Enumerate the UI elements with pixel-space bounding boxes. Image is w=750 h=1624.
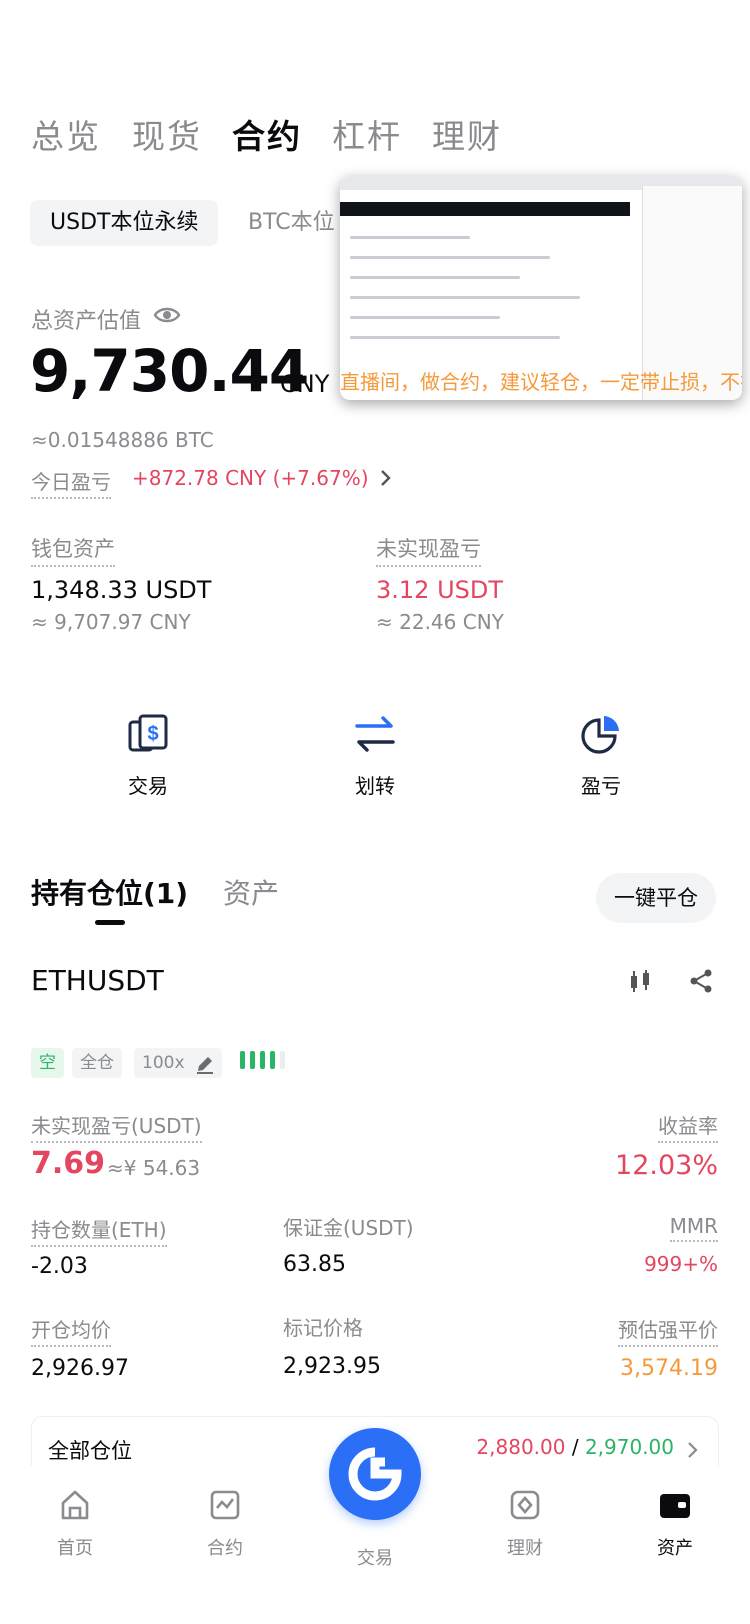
roe-label[interactable]: 收益率 (658, 1110, 718, 1143)
unrealized-pnl-label[interactable]: 未实现盈亏 (376, 533, 481, 567)
nav-home-label: 首页 (57, 1538, 93, 1559)
subtab-btc-margined[interactable]: BTC本位 (228, 200, 355, 246)
risk-level-icon (238, 1049, 290, 1075)
unrealized-pnl-value: 3.12 USDT (376, 576, 504, 604)
pie-chart-icon (579, 712, 623, 756)
trade-fab-button[interactable] (329, 1428, 421, 1520)
nav-futures-label: 合约 (207, 1538, 243, 1559)
entry-price-value: 2,926.97 (31, 1356, 129, 1381)
leverage-value: 100x (142, 1053, 185, 1073)
nav-trade[interactable]: 交易 (325, 1544, 425, 1570)
trade-action-button[interactable]: $ 交易 (88, 712, 208, 799)
liquidation-price-value: 3,574.19 (620, 1356, 718, 1381)
unrealized-pnl-usdt-label[interactable]: 未实现盈亏(USDT) (31, 1110, 202, 1143)
tab-earn[interactable]: 理财 (432, 110, 502, 158)
tab-holdings[interactable]: 持有仓位(1) (31, 872, 188, 912)
tab-futures[interactable]: 合约 (232, 110, 302, 158)
btc-equivalent: ≈0.01548886 BTC (31, 428, 214, 452)
price-range: 2,880.00 / 2,970.00 (476, 1435, 674, 1459)
mmr-label[interactable]: MMR (669, 1214, 718, 1242)
liquidation-price-label[interactable]: 预估强平价 (618, 1314, 718, 1347)
wallet-assets-value: 1,348.33 USDT (31, 576, 212, 604)
live-stream-overlay[interactable]: 直播间，做合约，建议轻仓，一定带止损，不打单 (340, 176, 742, 400)
candlestick-icon[interactable] (627, 968, 653, 998)
tab-margin[interactable]: 杠杆 (332, 110, 402, 158)
total-assets-label: 总资产估值 (31, 309, 142, 334)
total-assets-unit: CNY (280, 370, 330, 398)
tab-overview[interactable]: 总览 (31, 110, 101, 158)
nav-futures[interactable]: 合约 (175, 1488, 275, 1560)
position-unrealized-cny: ≈¥ 54.63 (107, 1156, 201, 1180)
nav-earn[interactable]: 理财 (475, 1488, 575, 1560)
margin-value: 63.85 (283, 1252, 346, 1277)
tab-assets[interactable]: 资产 (223, 872, 279, 912)
margin-label: 保证金(USDT) (283, 1216, 414, 1240)
home-icon (58, 1488, 92, 1522)
position-symbol[interactable]: ETHUSDT (31, 964, 164, 997)
finance-icon (508, 1488, 542, 1522)
share-icon[interactable] (688, 968, 714, 998)
wallet-assets-cny: ≈ 9,707.97 CNY (31, 610, 191, 634)
wallet-assets-label[interactable]: 钱包资产 (31, 533, 115, 567)
pnl-action-button[interactable]: 盈亏 (541, 712, 661, 799)
edit-pencil-icon[interactable] (195, 1054, 215, 1078)
mark-price-label: 标记价格 (283, 1316, 363, 1340)
today-pnl-value[interactable]: +872.78 CNY (+7.67%) (132, 466, 369, 490)
wallet-icon (658, 1488, 692, 1522)
trade-logo-icon (348, 1447, 402, 1501)
mark-price-value: 2,923.95 (283, 1354, 381, 1379)
today-pnl-label[interactable]: 今日盈亏 (31, 466, 111, 499)
roe-value: 12.03% (615, 1150, 718, 1181)
nav-home[interactable]: 首页 (25, 1488, 125, 1560)
overlay-navbar (340, 202, 630, 216)
holdings-tab-indicator (95, 920, 125, 925)
entry-price-label[interactable]: 开仓均价 (31, 1314, 111, 1347)
mmr-value: 999+% (644, 1252, 718, 1276)
overlay-caption: 直播间，做合约，建议轻仓，一定带止损，不打单 (340, 370, 742, 394)
nav-assets-label: 资产 (657, 1538, 693, 1559)
price-range-low: 2,880.00 (476, 1435, 566, 1459)
chevron-right-icon (686, 1439, 700, 1465)
position-unrealized-value: 7.69 (31, 1146, 106, 1181)
futures-chart-icon (208, 1488, 242, 1522)
subtab-usdt-perpetual[interactable]: USDT本位永续 (30, 200, 219, 246)
total-assets-value: 9,730.44 (30, 337, 309, 405)
transfer-action-label: 划转 (355, 774, 395, 798)
price-range-high: 2,970.00 (584, 1435, 674, 1459)
position-size-value: -2.03 (31, 1254, 88, 1279)
chevron-right-icon[interactable] (378, 466, 394, 494)
position-size-label[interactable]: 持仓数量(ETH) (31, 1214, 167, 1247)
svg-text:$: $ (147, 723, 158, 745)
all-positions-label: 全部仓位 (48, 1439, 132, 1463)
direction-badge: 空 (31, 1048, 64, 1078)
trade-card-icon: $ (126, 712, 170, 756)
transfer-action-button[interactable]: 划转 (315, 712, 435, 799)
nav-trade-label: 交易 (357, 1548, 393, 1569)
trade-action-label: 交易 (128, 774, 168, 798)
tab-spot[interactable]: 现货 (132, 110, 202, 158)
pnl-action-label: 盈亏 (581, 774, 621, 798)
price-range-separator: / (571, 1435, 579, 1459)
unrealized-pnl-cny: ≈ 22.46 CNY (376, 610, 504, 634)
transfer-arrows-icon (353, 712, 397, 756)
close-all-button[interactable]: 一键平仓 (596, 873, 716, 923)
eye-icon[interactable] (153, 301, 181, 333)
nav-earn-label: 理财 (507, 1538, 543, 1559)
nav-assets[interactable]: 资产 (625, 1488, 725, 1560)
margin-mode-badge: 全仓 (72, 1048, 122, 1078)
